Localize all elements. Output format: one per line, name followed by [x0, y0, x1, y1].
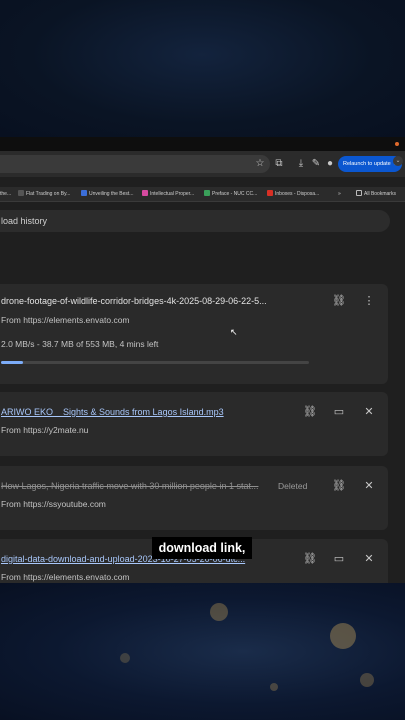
bookmark-item[interactable]: Inboxes - Disposa... [267, 190, 319, 198]
bookmark-item[interactable]: the... [0, 190, 11, 198]
search-input[interactable]: load history [0, 210, 390, 232]
address-bar[interactable] [0, 155, 270, 173]
all-bookmarks-button[interactable]: All Bookmarks [356, 190, 396, 198]
bookmark-item[interactable]: Unveiling the Best... [81, 190, 133, 198]
copy-link-icon[interactable]: ⛓ [331, 293, 347, 309]
bookmark-item[interactable]: Intellectual Proper... [142, 190, 194, 198]
all-bookmarks-label: All Bookmarks [364, 191, 396, 197]
video-background-top [0, 0, 405, 137]
bookmark-favicon [142, 190, 148, 196]
puzzle-icon[interactable]: ✎ [309, 157, 323, 171]
toolbar: ☆ ⧉ ⤓ ✎ ● Relaunch to update ⋮ [0, 151, 405, 177]
download-progress-fill [1, 361, 23, 364]
window-dot [395, 142, 399, 146]
bookmarks-bar: the... Flat Trading on By... Unveiling t… [0, 187, 405, 202]
bookmark-favicon [18, 190, 24, 196]
browser-window: ☆ ⧉ ⤓ ✎ ● Relaunch to update ⋮ ⌄ the... … [0, 137, 405, 583]
video-caption: download link, [152, 537, 252, 559]
download-filename: How Lagos, Nigeria traffic move with 30 … [1, 481, 259, 491]
profile-avatar[interactable]: ● [323, 157, 337, 171]
title-bar [0, 137, 405, 151]
bookmark-favicon [81, 190, 87, 196]
copy-link-icon[interactable]: ⛓ [302, 404, 318, 420]
copy-link-icon[interactable]: ⛓ [302, 551, 318, 567]
overflow-label: » [338, 191, 341, 197]
folder-icon[interactable]: ▭ [331, 551, 347, 567]
bookmark-label: Flat Trading on By... [26, 191, 71, 197]
download-item: ARIWO EKO _ Sights & Sounds from Lagos I… [0, 392, 388, 456]
download-item: drone-footage-of-wildlife-corridor-bridg… [0, 284, 388, 384]
bookmark-label: Preface - NUC CC... [212, 191, 258, 197]
download-icon[interactable]: ⤓ [294, 157, 308, 171]
mouse-cursor-icon: ↖ [230, 327, 238, 337]
download-filename[interactable]: drone-footage-of-wildlife-corridor-bridg… [1, 296, 301, 306]
search-text: load history [1, 216, 48, 226]
close-icon[interactable]: ✕ [361, 478, 377, 494]
download-source: From https://y2mate.nu [1, 425, 89, 435]
folder-icon [356, 190, 362, 196]
download-source: From https://elements.envato.com [1, 315, 130, 325]
bookmarks-overflow-button[interactable]: » [338, 190, 341, 198]
chevron-down-icon[interactable]: ⌄ [393, 156, 403, 166]
bookmark-item[interactable]: Preface - NUC CC... [204, 190, 257, 198]
video-background-bottom [0, 583, 405, 720]
extensions-icon[interactable]: ⧉ [272, 157, 286, 171]
download-progress-text: 2.0 MB/s - 38.7 MB of 553 MB, 4 mins lef… [1, 339, 159, 349]
bookmark-label: Intellectual Proper... [150, 191, 195, 197]
download-filename[interactable]: ARIWO EKO _ Sights & Sounds from Lagos I… [1, 407, 291, 417]
relaunch-label: Relaunch to update [343, 161, 391, 167]
folder-icon[interactable]: ▭ [331, 404, 347, 420]
close-icon[interactable]: ✕ [361, 404, 377, 420]
bookmark-label: Unveiling the Best... [89, 191, 134, 197]
star-icon[interactable]: ☆ [253, 157, 267, 171]
status-badge: Deleted [278, 481, 308, 491]
bookmark-label: the... [0, 191, 12, 197]
bookmark-label: Inboxes - Disposa... [275, 191, 320, 197]
download-source: From https://elements.envato.com [1, 572, 130, 582]
copy-link-icon[interactable]: ⛓ [331, 478, 347, 494]
bookmark-favicon [267, 190, 273, 196]
download-item: How Lagos, Nigeria traffic move with 30 … [0, 466, 388, 530]
download-source: From https://ssyoutube.com [1, 499, 106, 509]
download-progress-bar [1, 361, 309, 364]
bookmark-favicon [204, 190, 210, 196]
bookmark-item[interactable]: Flat Trading on By... [18, 190, 70, 198]
more-options-icon[interactable]: ⋮ [361, 293, 377, 309]
close-icon[interactable]: ✕ [361, 551, 377, 567]
